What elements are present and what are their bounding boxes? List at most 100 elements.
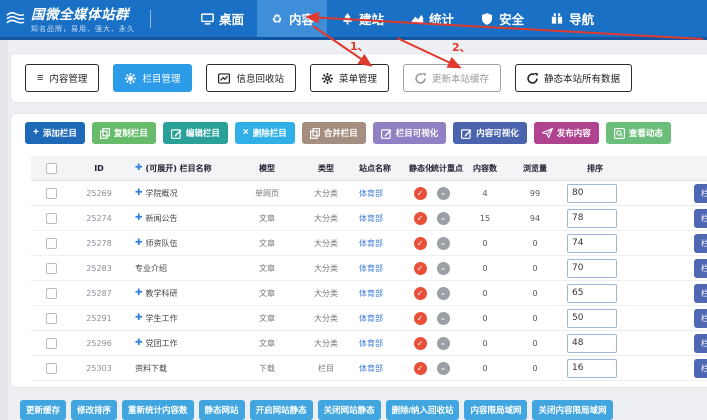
bulk-button-label: 关闭网站静态	[324, 405, 375, 415]
static-on-icon[interactable]: ✓	[414, 212, 427, 225]
stat-focus-off-icon[interactable]: –	[437, 187, 450, 200]
copy-column-button[interactable]: 复制栏目	[92, 122, 156, 144]
static-on-icon[interactable]: ✓	[414, 237, 427, 250]
site-link[interactable]: 体育部	[357, 238, 409, 249]
views-count: 0	[515, 364, 555, 373]
static-on-icon[interactable]: ✓	[414, 262, 427, 275]
sort-input[interactable]	[567, 184, 617, 203]
logo-subtitle: 知名品牌，易用、强大、永久	[31, 24, 135, 34]
stat-focus-off-icon[interactable]: –	[437, 287, 450, 300]
sort-input[interactable]	[567, 309, 617, 328]
row-checkbox[interactable]	[46, 213, 57, 224]
static-on-icon[interactable]: ✓	[414, 312, 427, 325]
refresh-icon	[415, 73, 426, 84]
sort-input[interactable]	[567, 284, 617, 303]
site-link[interactable]: 体育部	[357, 288, 409, 299]
expand-icon[interactable]: ✚	[135, 213, 143, 223]
row-checkbox[interactable]	[46, 338, 57, 349]
stat-focus-off-icon[interactable]: –	[437, 312, 450, 325]
publish-content-button[interactable]: 发布内容	[534, 122, 599, 144]
row-checkbox[interactable]	[46, 263, 57, 274]
nav-item-stats[interactable]: 统计	[397, 0, 467, 37]
recount-content-button[interactable]: 重新统计内容数	[122, 400, 194, 420]
column-view-button[interactable]: 栏目查看	[694, 234, 707, 253]
disable-site-static-button[interactable]: 关闭网站静态	[318, 400, 381, 420]
row-checkbox[interactable]	[46, 288, 57, 299]
view-activity-button[interactable]: 查看动态	[606, 122, 671, 144]
site-link[interactable]: 体育部	[357, 313, 409, 324]
site-link[interactable]: 体育部	[357, 338, 409, 349]
static-site-button[interactable]: 静态网站	[199, 400, 245, 420]
column-view-button[interactable]: 栏目查看	[694, 184, 707, 203]
content-lan-limit-button[interactable]: 内容限局域网	[464, 400, 527, 420]
expand-icon[interactable]: ✚	[135, 338, 143, 348]
sort-input[interactable]	[567, 259, 617, 278]
site-link[interactable]: 体育部	[357, 363, 409, 374]
toolbar-column-manage-button[interactable]: 栏目管理	[113, 64, 192, 92]
sort-input[interactable]	[567, 334, 617, 353]
toolbar-menu-manage-button[interactable]: 菜单管理	[310, 64, 389, 92]
column-name: 专业介绍	[135, 263, 167, 274]
row-checkbox[interactable]	[46, 238, 57, 249]
recycle-icon: ♻	[270, 13, 284, 25]
site-link[interactable]: 体育部	[357, 263, 409, 274]
stat-focus-off-icon[interactable]: –	[437, 337, 450, 350]
nav-item-desktop[interactable]: 桌面	[187, 0, 257, 37]
refresh-cache-button[interactable]: 更新缓存	[20, 400, 66, 420]
views-count: 0	[515, 264, 555, 273]
row-checkbox[interactable]	[46, 188, 57, 199]
nav-item-navigate[interactable]: 导航	[537, 0, 607, 37]
column-view-button[interactable]: 栏目查看	[694, 284, 707, 303]
merge-column-button[interactable]: 合并栏目	[302, 122, 366, 144]
add-column-button[interactable]: + 添加栏目	[25, 122, 85, 144]
row-checkbox[interactable]	[46, 313, 57, 324]
toolbar-info-recycle-button[interactable]: 信息回收站	[206, 64, 296, 92]
nav-item-build[interactable]: 建站	[327, 0, 397, 37]
static-on-icon[interactable]: ✓	[414, 287, 427, 300]
sort-input[interactable]	[567, 359, 617, 378]
sort-input[interactable]	[567, 234, 617, 253]
delete-to-recycle-button[interactable]: 删除/纳入回收站	[386, 400, 460, 420]
nav-item-security[interactable]: 安全	[467, 0, 537, 37]
content-lan-limit-off-button[interactable]: 关闭内容限局域网	[532, 400, 612, 420]
expand-icon[interactable]: ✚	[135, 313, 143, 323]
static-on-icon[interactable]: ✓	[414, 337, 427, 350]
content-visual-button[interactable]: 内容可视化	[453, 122, 527, 144]
toolbar-content-manage-button[interactable]: ≡ 内容管理	[25, 64, 99, 92]
stat-focus-off-icon[interactable]: –	[437, 212, 450, 225]
delete-column-button[interactable]: × 删除栏目	[235, 122, 295, 144]
enable-site-static-button[interactable]: 开启网站静态	[250, 400, 313, 420]
shield-icon	[480, 13, 494, 25]
sort-input[interactable]	[567, 209, 617, 228]
column-view-button[interactable]: 栏目查看	[694, 259, 707, 278]
row-type: 大分类	[295, 263, 357, 274]
select-all-checkbox[interactable]	[46, 163, 57, 174]
column-view-button[interactable]: 栏目查看	[694, 359, 707, 378]
stat-focus-off-icon[interactable]: –	[437, 362, 450, 375]
expand-all-icon[interactable]: ✚	[135, 163, 143, 173]
app-logo[interactable]: 国微全媒体站群 知名品牌，易用、强大、永久	[0, 0, 140, 37]
expand-icon[interactable]: ✚	[135, 188, 143, 198]
stat-focus-off-icon[interactable]: –	[437, 262, 450, 275]
column-view-button[interactable]: 栏目查看	[694, 209, 707, 228]
row-select-cell	[31, 188, 71, 199]
column-visual-button[interactable]: 栏目可视化	[373, 122, 447, 144]
send-icon	[542, 128, 553, 138]
modify-sort-button[interactable]: 修改排序	[71, 400, 117, 420]
column-view-button[interactable]: 栏目查看	[694, 309, 707, 328]
static-on-icon[interactable]: ✓	[414, 187, 427, 200]
site-link[interactable]: 体育部	[357, 188, 409, 199]
static-cell: ✓	[409, 362, 431, 375]
expand-icon[interactable]: ✚	[135, 288, 143, 298]
expand-icon[interactable]: ✚	[135, 238, 143, 248]
column-view-button[interactable]: 栏目查看	[694, 334, 707, 353]
tree-icon	[340, 13, 354, 25]
toolbar-static-all-data-button[interactable]: 静态本站所有数据	[515, 64, 632, 92]
stat-focus-off-icon[interactable]: –	[437, 237, 450, 250]
site-link[interactable]: 体育部	[357, 213, 409, 224]
edit-column-button[interactable]: 编辑栏目	[163, 122, 228, 144]
static-on-icon[interactable]: ✓	[414, 362, 427, 375]
row-checkbox[interactable]	[46, 363, 57, 374]
nav-item-content[interactable]: ♻ 内容	[257, 0, 327, 37]
toolbar-refresh-site-cache-button[interactable]: 更新本站缓存	[403, 64, 501, 92]
